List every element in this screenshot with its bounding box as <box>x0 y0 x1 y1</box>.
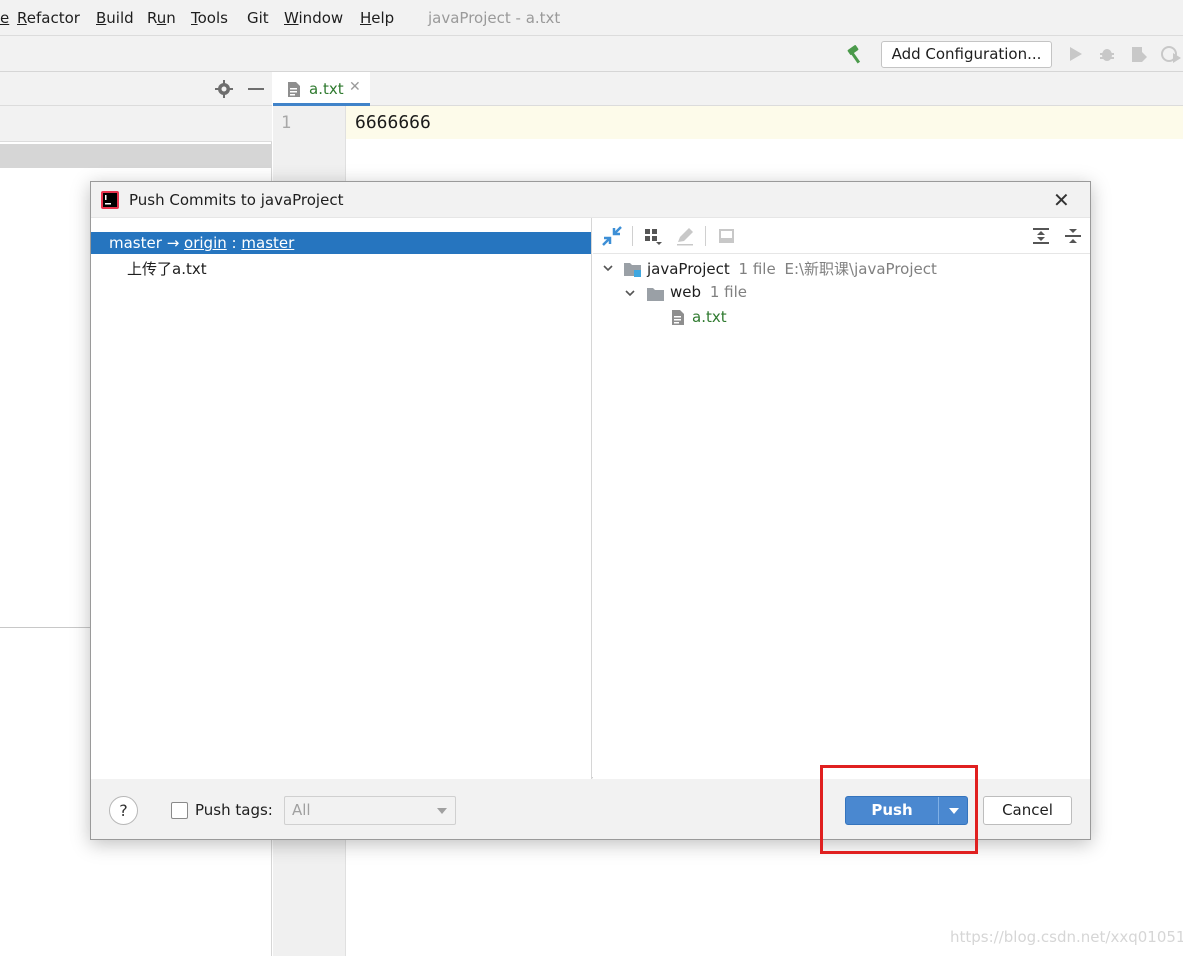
root-path: E:\新职课\javaProject <box>784 260 937 278</box>
toolbar-separator <box>632 226 633 246</box>
local-branch: master <box>109 234 162 252</box>
editor-line-text[interactable]: 6666666 <box>355 112 431 133</box>
menu-item-help[interactable]: Help <box>360 9 394 27</box>
folder-name: web <box>670 283 702 301</box>
commit-item[interactable]: 上传了a.txt <box>127 258 207 279</box>
text-file-icon <box>288 82 300 97</box>
editor-tab-bar: a.txt ✕ <box>273 72 1183 106</box>
push-tags-label: Push tags: <box>195 801 273 819</box>
menu-item-build[interactable]: Build <box>96 9 134 27</box>
chevron-down-icon[interactable] <box>624 287 636 299</box>
remote-branch-link[interactable]: master <box>241 234 294 252</box>
build-hammer-icon[interactable] <box>845 44 867 64</box>
gear-icon[interactable] <box>215 80 233 98</box>
root-count: 1 file <box>738 260 776 278</box>
intellij-logo-icon <box>101 191 119 209</box>
dialog-title: Push Commits to javaProject <box>129 191 344 209</box>
folder-icon <box>647 288 664 301</box>
tab-a-txt[interactable]: a.txt ✕ <box>273 72 370 106</box>
root-name: javaProject <box>647 260 730 278</box>
highlight-annotation <box>820 765 978 854</box>
current-line-highlight <box>346 106 1183 139</box>
debug-icon[interactable] <box>1097 44 1117 64</box>
arrow-icon: → <box>166 234 180 252</box>
line-number: 1 <box>281 113 292 133</box>
tab-label: a.txt <box>309 80 344 98</box>
commits-pane: master → origin : master 上传了a.txt <box>91 218 592 779</box>
module-folder-icon <box>624 263 641 277</box>
window-title: javaProject - a.txt <box>428 9 561 27</box>
push-tags-checkbox[interactable] <box>171 802 188 819</box>
menu-bar: e Refactor Build Run Tools Git Window He… <box>0 0 1183 36</box>
remote-name-link[interactable]: origin <box>184 234 227 252</box>
push-commits-dialog: Push Commits to javaProject ✕ master → o… <box>90 181 1091 840</box>
watermark: https://blog.csdn.net/xxq010516 <box>950 928 1183 946</box>
chevron-down-icon[interactable] <box>602 262 614 274</box>
show-diff-icon[interactable] <box>602 226 622 246</box>
text-file-icon <box>672 310 684 325</box>
push-tags-select[interactable]: All <box>284 796 456 825</box>
menu-item-refactor[interactable]: Refactor <box>17 9 80 27</box>
toolbar-separator <box>705 226 706 246</box>
preview-diff-icon[interactable] <box>717 226 737 246</box>
push-tags-value: All <box>292 801 311 819</box>
folder-count: 1 file <box>709 283 747 301</box>
menu-item-git[interactable]: Git <box>247 9 269 27</box>
main-toolbar: Add Configuration... <box>0 36 1183 72</box>
tree-folder-row[interactable]: web 1 file <box>670 283 747 301</box>
menu-item-tools[interactable]: Tools <box>191 9 228 27</box>
run-icon[interactable] <box>1068 46 1084 62</box>
branch-separator: : <box>231 234 237 252</box>
tree-root-row[interactable]: javaProject 1 file E:\新职课\javaProject <box>647 258 937 279</box>
close-icon[interactable]: ✕ <box>349 79 361 95</box>
menu-item-partial[interactable]: e <box>0 9 9 27</box>
tree-file-row[interactable]: a.txt <box>692 308 727 326</box>
run-with-coverage-icon[interactable] <box>1129 44 1151 64</box>
menu-item-window[interactable]: Window <box>284 9 343 27</box>
panel-divider <box>0 627 90 628</box>
minimize-icon[interactable] <box>247 80 265 98</box>
project-panel-header <box>0 72 272 106</box>
project-panel-selected-row <box>0 144 272 168</box>
collapse-all-icon[interactable] <box>1063 226 1083 246</box>
branch-row[interactable]: master → origin : master <box>91 232 591 254</box>
group-by-icon[interactable] <box>644 226 664 246</box>
menu-item-run[interactable]: Run <box>147 9 176 27</box>
cancel-button[interactable]: Cancel <box>983 796 1072 825</box>
profile-icon[interactable] <box>1160 44 1182 64</box>
edit-source-icon[interactable] <box>675 226 695 246</box>
files-toolbar <box>593 218 1090 254</box>
expand-all-icon[interactable] <box>1031 226 1051 246</box>
chevron-down-icon <box>437 808 447 814</box>
add-configuration-button[interactable]: Add Configuration... <box>881 41 1052 68</box>
project-panel-toolbar <box>0 106 272 142</box>
dialog-body: master → origin : master 上传了a.txt javaPr… <box>91 217 1090 779</box>
close-icon[interactable]: ✕ <box>1053 188 1070 212</box>
help-button[interactable]: ? <box>109 796 138 825</box>
changed-files-pane: javaProject 1 file E:\新职课\javaProject we… <box>593 218 1090 779</box>
